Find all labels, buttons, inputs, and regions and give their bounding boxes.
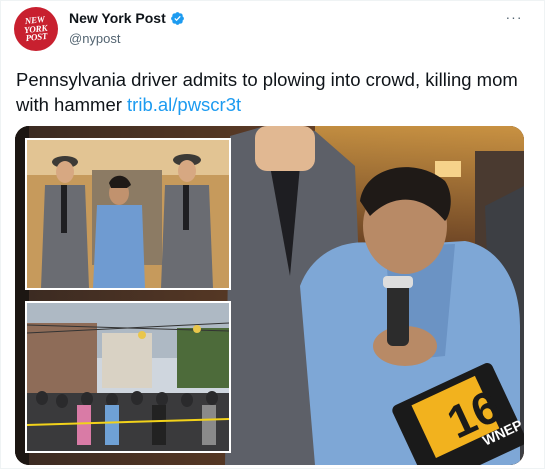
more-options-icon[interactable]: ··· bbox=[502, 7, 526, 27]
tweet-text: Pennsylvania driver admits to plowing in… bbox=[16, 67, 531, 117]
inset-photo-crowd bbox=[25, 301, 231, 453]
inset-photo-arrest bbox=[25, 138, 231, 290]
tweet-link[interactable]: trib.al/pwscr3t bbox=[127, 94, 241, 115]
crowd-scene-illustration bbox=[27, 303, 229, 451]
tweet-body: Pennsylvania driver admits to plowing in… bbox=[16, 69, 518, 115]
arrest-scene-illustration bbox=[27, 140, 229, 288]
tweet-media-photo[interactable]: 16 WNEP bbox=[15, 126, 524, 465]
nypost-logo: NEW YORK POST bbox=[23, 14, 49, 44]
author-name-row: New York Post bbox=[69, 10, 185, 26]
avatar[interactable]: NEW YORK POST bbox=[14, 7, 58, 51]
handle[interactable]: @nypost bbox=[69, 31, 121, 46]
verified-badge-icon bbox=[170, 11, 184, 25]
tweet-card[interactable]: NEW YORK POST New York Post @nypost ··· … bbox=[0, 0, 545, 469]
display-name[interactable]: New York Post bbox=[69, 10, 166, 26]
